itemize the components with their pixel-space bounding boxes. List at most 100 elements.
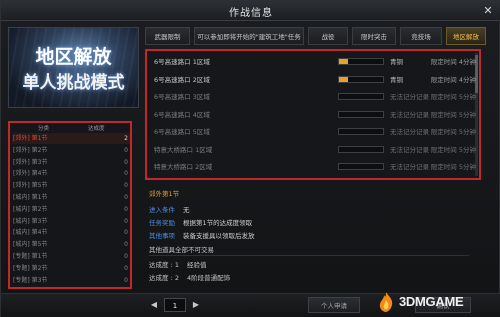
section-item[interactable]: [专题] 第3节 0 [12,275,130,286]
task-progress-bar [338,75,384,83]
task-row[interactable]: 6号高速路口 3区域 无法记分记录 限定时间 5分钟 [150,90,478,104]
flame-logo-icon [379,292,393,312]
task-time-limit: 限定时间 4分钟 [430,75,476,84]
tab-construction-site[interactable]: 可以参加即将开始的"建筑工地"任务 [194,27,304,45]
task-name: 6号高速路口 4区域 [154,110,210,119]
section-item[interactable]: [城内] 第1节 0 [12,192,130,203]
reward-level-label: 达成度 : 2 [149,274,179,282]
detail-title: 郊外第1节 [149,190,180,198]
section-name: [专题] 第2节 [13,264,48,272]
section-name: [郊外] 第1节 [13,135,48,142]
section-name: [城内] 第1节 [13,194,48,201]
section-name: [郊外] 第3节 [13,158,48,166]
section-item[interactable]: [专题] 第2节 0 [12,263,130,274]
section-achievement: 0 [124,205,128,213]
section-item[interactable]: [郊外] 第2节 0 [12,145,130,156]
section-name: [郊外] 第4节 [13,170,48,178]
detail-row: 任务奖励 根据第1节的达成度领取 [149,217,252,227]
task-time-limit: 限定时间 5分钟 [430,163,476,171]
task-status: 青铜 [390,58,403,66]
section-name: [专题] 第3节 [13,276,48,284]
detail-value: 根据第1节的达成度领取 [183,219,253,227]
watermark: 3DMGAME [375,290,493,314]
section-name: [城内] 第2节 [13,205,48,213]
detail-row: 进入条件无 [149,204,190,214]
section-item[interactable]: [城内] 第4节 0 [12,227,130,238]
task-row[interactable]: 特意大桥路口 1区域 无法记分记录 限定时间 5分钟 [150,143,478,157]
tab-time-attack[interactable]: 限时突击 [352,27,396,45]
section-list: 分类 达成度 [郊外] 第1节 2 [郊外] 第2节 0 [郊外] 第3节 0 [郊外] 第… [8,121,132,289]
task-row[interactable]: 特意大桥路口 2区域 无法记分记录 限定时间 5分钟 [150,160,478,174]
section-achievement: 2 [124,135,128,142]
section-item[interactable]: [郊外] 第1节 2 [12,133,130,144]
detail-key: 进入条件 [149,206,175,214]
task-name: 6号高速路口 5区域 [154,128,210,136]
section-name: [城内] 第5节 [13,241,48,249]
task-row[interactable]: 6号高速路口 4区域 无法记分记录 限定时间 5分钟 [150,108,478,122]
task-name: 6号高速路口 1区域 [154,58,210,66]
section-item[interactable]: [城内] 第2节 0 [12,204,130,215]
mode-banner: 地区解放 单人挑战模式 [8,27,139,108]
detail-value: 无 [183,206,190,214]
task-list: 6号高速路口 1区域 青铜限定时间 4分钟 6号高速路口 2区域 青铜 限定时间 4分钟… [145,49,481,180]
tab-arena[interactable]: 竞技场 [400,27,442,45]
reward-level-value: 4阶段普通配饰 [187,274,231,282]
task-time-limit: 限定时间 5分钟 [430,145,476,154]
section-name: [专题] 第1节 [13,253,48,260]
section-list-header: 分类 达成度 [10,123,130,132]
section-achievement: 0 [124,253,128,260]
reward-level-label: 达成度 : 1 [149,261,179,269]
task-time-limit: 限定时间 5分钟 [430,93,476,101]
task-progress-fill [339,76,348,82]
section-achievement: 0 [124,276,128,284]
section-achievement: 0 [124,170,128,178]
section-achievement: 0 [124,194,128,201]
task-row[interactable]: 6号高速路口 1区域 青铜 限定时间 4分钟 [150,55,478,69]
banner-subtitle: 单人挑战模式 [22,73,125,93]
close-icon[interactable]: ✕ [481,4,495,18]
tab-weapon-limit[interactable]: 武器限制 [145,27,190,45]
task-name: 特意大桥路口 1区域 [154,145,213,154]
detail-value: 装备支援具以领取后发放 [183,232,255,240]
divider [149,255,469,256]
task-status: 无法记分记录 [390,93,429,101]
task-row[interactable]: 6号高速路口 5区域 无法记分记录 限定时间 5分钟 [150,125,478,139]
task-progress-bar [338,58,384,65]
section-name: [城内] 第3节 [13,217,48,225]
battle-info-window: 作战信息 ✕ 地区解放 单人挑战模式 武器限制 可以参加即将开始的"建筑工地"任… [0,0,500,317]
tab-region-liberation[interactable]: 地区解放 [446,27,486,45]
section-name: [郊外] 第5节 [13,182,48,190]
detail-note: 其他道具全部不可交易 [149,246,214,254]
task-progress-bar [338,128,384,135]
section-item[interactable]: [郊外] 第5节 0 [12,180,130,191]
section-achievement: 0 [124,182,128,190]
task-progress-bar [338,110,384,118]
prev-page-icon[interactable]: ◀ [148,299,160,311]
column-category: 分类 [38,126,50,132]
title-bar: 作战信息 ✕ [1,1,500,21]
section-item[interactable]: [郊外] 第3节 0 [12,157,130,168]
section-item[interactable]: [专题] 第1节 0 [12,251,130,262]
banner-title: 地区解放 [35,46,112,68]
detail-panel: 郊外第1节 进入条件无 任务奖励 根据第1节的达成度领取 其他事项 装备支援具以领取… [145,184,481,289]
section-name: [郊外] 第2节 [13,146,48,154]
task-row[interactable]: 6号高速路口 2区域 青铜 限定时间 4分钟 [150,73,478,87]
section-item[interactable]: [郊外] 第4节 0 [12,168,130,179]
task-status: 无法记分记录 [390,145,429,154]
tab-campaign[interactable]: 战役 [308,27,348,45]
section-item[interactable]: [城内] 第3节 0 [12,216,130,227]
section-achievement: 0 [124,146,128,154]
task-progress-bar [338,145,384,153]
section-achievement: 0 [124,217,128,225]
task-name: 6号高速路口 2区域 [154,75,210,84]
next-page-icon[interactable]: ▶ [190,299,202,311]
task-status: 无法记分记录 [390,110,429,119]
task-status: 无法记分记录 [390,163,429,171]
page-number: 1 [164,298,186,312]
task-status: 无法记分记录 [390,128,429,136]
task-time-limit: 限定时间 5分钟 [430,128,476,136]
detail-row: 其他事项 装备支援具以领取后发放 [149,230,255,240]
section-item[interactable]: [城内] 第5节 0 [12,239,130,250]
section-achievement: 0 [124,229,128,237]
personal-apply-button[interactable]: 个人申请 [308,297,360,313]
